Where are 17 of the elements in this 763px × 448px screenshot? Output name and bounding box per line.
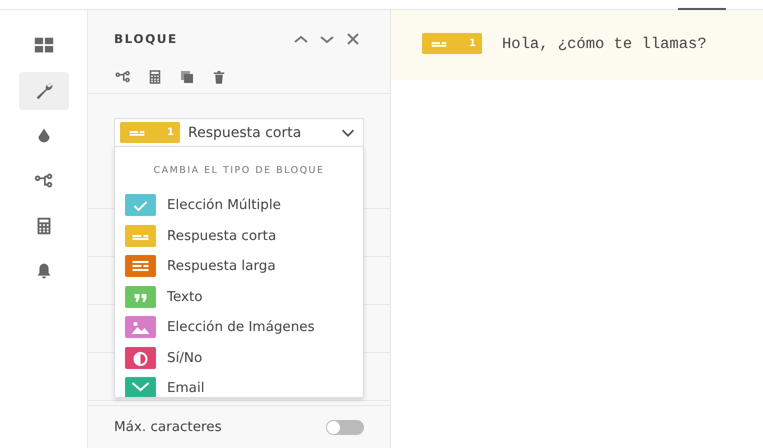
question-type-badge: 1 bbox=[422, 33, 482, 54]
block-type-option[interactable]: Respuesta larga bbox=[115, 251, 363, 282]
block-type-option[interactable]: Elección Múltiple bbox=[115, 190, 363, 220]
block-type-option[interactable]: Respuesta corta bbox=[115, 220, 363, 251]
block-type-badge: 1 bbox=[120, 122, 180, 143]
block-type-select[interactable]: 1 Respuesta corta bbox=[114, 118, 364, 147]
block-type-option[interactable]: Email bbox=[115, 373, 363, 397]
question-text: Hola, ¿cómo te llamas? bbox=[502, 34, 707, 52]
max-chars-toggle[interactable] bbox=[326, 420, 364, 434]
panel-title: BLOQUE bbox=[114, 32, 179, 46]
menu-heading: CAMBIA EL TIPO DE BLOQUE bbox=[152, 165, 326, 176]
block-type-option[interactable]: Sí/No bbox=[115, 342, 363, 373]
max-chars-label: Máx. caracteres bbox=[114, 419, 222, 435]
block-type-option[interactable]: Elección de Imágenes bbox=[115, 312, 363, 342]
wrench-nav-button[interactable] bbox=[18, 72, 68, 110]
copy-icon[interactable] bbox=[178, 68, 196, 86]
block-type-option[interactable]: Texto bbox=[115, 282, 363, 312]
